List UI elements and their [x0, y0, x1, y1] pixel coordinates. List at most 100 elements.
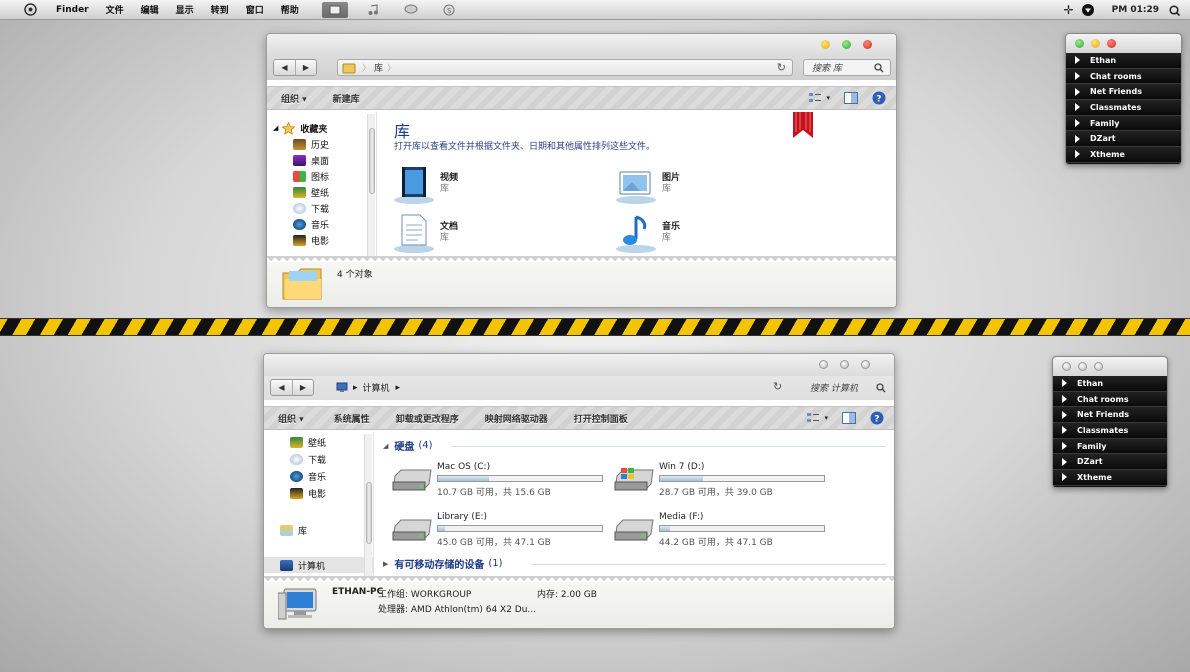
title-bar[interactable] — [267, 34, 896, 56]
search-input[interactable]: 搜索 库 — [803, 59, 891, 76]
widget-title-bar[interactable] — [1053, 357, 1167, 376]
close-button[interactable] — [1107, 39, 1116, 48]
refresh-icon[interactable]: ↻ — [773, 380, 782, 393]
forward-button[interactable]: ▶ — [295, 60, 316, 75]
open-control-panel-button[interactable]: 打开控制面板 — [574, 412, 628, 425]
organize-button[interactable]: 组织 ▾ — [281, 92, 307, 105]
close-button[interactable] — [1062, 362, 1071, 371]
minimize-button[interactable] — [819, 360, 828, 369]
preview-pane-button[interactable] — [842, 412, 856, 424]
breadcrumb-library[interactable]: 库 — [374, 61, 383, 74]
sidebar-item-music[interactable]: 音乐 — [290, 468, 373, 485]
close-button[interactable] — [863, 40, 872, 49]
scrollbar-thumb[interactable] — [369, 128, 375, 194]
status-menu-icon[interactable] — [1081, 4, 1094, 16]
library-item-videos[interactable]: 视频 库 — [392, 164, 572, 206]
zoom-button[interactable] — [840, 360, 849, 369]
spotlight-icon[interactable] — [1169, 4, 1181, 16]
drive-item-e[interactable]: Library (E:) 45.0 GB 可用，共 47.1 GB — [391, 512, 606, 552]
sidebar-item-desktop[interactable]: 桌面 — [293, 152, 376, 168]
sidebar-item-computer[interactable]: 计算机 — [264, 557, 373, 573]
map-network-drive-button[interactable]: 映射网络驱动器 — [485, 412, 548, 425]
friend-group-item[interactable]: Family — [1066, 115, 1181, 132]
friend-group-item[interactable]: Chat rooms — [1066, 68, 1181, 85]
expand-arrow-icon[interactable]: ◢ — [273, 124, 278, 132]
friend-group-item[interactable]: Net Friends — [1066, 84, 1181, 101]
sidebar-item-wallpaper[interactable]: 壁纸 — [293, 184, 376, 200]
friend-group-item[interactable]: Chat rooms — [1053, 391, 1167, 408]
view-options-button[interactable]: ▾ — [808, 92, 830, 104]
scrollbar-thumb[interactable] — [366, 482, 372, 544]
sidebar-scrollbar[interactable] — [364, 434, 372, 578]
friend-group-item[interactable]: Net Friends — [1053, 407, 1167, 424]
drive-item-c[interactable]: Mac OS (C:) 10.7 GB 可用，共 15.6 GB — [391, 462, 606, 502]
minimize-button[interactable] — [1078, 362, 1087, 371]
library-item-music[interactable]: 音乐 库 — [614, 213, 794, 255]
music-tray-icon[interactable] — [360, 2, 386, 18]
zoom-button[interactable] — [1075, 39, 1084, 48]
breadcrumb-computer[interactable]: 计算机 — [363, 381, 390, 394]
hard-disks-group[interactable]: ◢ 硬盘 (4) — [383, 438, 433, 453]
minimize-button[interactable] — [1091, 39, 1100, 48]
clock[interactable]: PM 01:29 — [1112, 5, 1159, 15]
sidebar-item-movies[interactable]: 电影 — [293, 232, 376, 248]
friend-group-item[interactable]: Family — [1053, 438, 1167, 455]
back-button[interactable]: ◀ — [274, 60, 295, 75]
uninstall-program-button[interactable]: 卸载或更改程序 — [396, 412, 459, 425]
menu-finder[interactable]: Finder — [56, 5, 89, 15]
friend-group-item[interactable]: Xtheme — [1053, 470, 1167, 486]
new-library-button[interactable]: 新建库 — [333, 92, 360, 105]
widget-title-bar[interactable] — [1066, 34, 1181, 53]
friend-group-item[interactable]: Ethan — [1053, 376, 1167, 392]
preview-pane-button[interactable] — [844, 92, 858, 104]
skype-tray-icon[interactable]: S — [436, 2, 462, 18]
menu-go[interactable]: 转到 — [211, 3, 229, 16]
refresh-icon[interactable]: ↻ — [777, 61, 786, 74]
sidebar-item-libraries[interactable]: 库 — [280, 522, 307, 538]
sidebar-item-wallpaper[interactable]: 壁纸 — [290, 434, 373, 451]
view-options-button[interactable]: ▾ — [806, 412, 828, 424]
forward-button[interactable]: ▶ — [292, 380, 313, 395]
menu-window[interactable]: 窗口 — [246, 3, 264, 16]
menu-help[interactable]: 帮助 — [281, 3, 299, 16]
sidebar-item-movies[interactable]: 电影 — [290, 485, 373, 502]
finder-tray-icon[interactable] — [321, 1, 348, 18]
menu-edit[interactable]: 编辑 — [141, 3, 159, 16]
friend-group-item[interactable]: Classmates — [1053, 423, 1167, 439]
close-button[interactable] — [861, 360, 870, 369]
sidebar-item-history[interactable]: 历史 — [293, 136, 376, 152]
chat-tray-icon[interactable] — [398, 2, 424, 18]
drive-item-d[interactable]: Win 7 (D:) 28.7 GB 可用，共 39.0 GB — [613, 462, 828, 502]
system-properties-button[interactable]: 系统属性 — [334, 412, 370, 425]
sidebar-item-downloads[interactable]: 下载 — [290, 451, 373, 468]
help-button[interactable]: ? — [872, 91, 886, 105]
removable-storage-group[interactable]: ▶ 有可移动存储的设备 (1) — [383, 556, 503, 571]
apple-menu-icon[interactable] — [24, 3, 38, 17]
title-bar[interactable] — [264, 354, 894, 376]
drive-item-f[interactable]: Media (F:) 44.2 GB 可用，共 47.1 GB — [613, 512, 828, 552]
friend-group-item[interactable]: Classmates — [1066, 100, 1181, 116]
friend-group-item[interactable]: Ethan — [1066, 53, 1181, 69]
friend-group-item[interactable]: DZart — [1066, 131, 1181, 148]
breadcrumb[interactable]: ▸ 计算机 ▸ — [336, 381, 400, 394]
zoom-button[interactable] — [1094, 362, 1103, 371]
friend-group-item[interactable]: Xtheme — [1066, 147, 1181, 163]
menu-file[interactable]: 文件 — [106, 3, 124, 16]
library-item-pictures[interactable]: 图片 库 — [614, 164, 794, 206]
sidebar-favorites[interactable]: ◢ 收藏夹 — [267, 120, 376, 136]
organize-button[interactable]: 组织 ▾ — [278, 412, 304, 425]
back-button[interactable]: ◀ — [271, 380, 292, 395]
sidebar-item-downloads[interactable]: 下载 — [293, 200, 376, 216]
minimize-button[interactable] — [821, 40, 830, 49]
library-item-documents[interactable]: 文档 库 — [392, 213, 572, 255]
zoom-button[interactable] — [842, 40, 851, 49]
help-button[interactable]: ? — [870, 411, 884, 425]
sidebar-item-icons[interactable]: 图标 — [293, 168, 376, 184]
plus-icon[interactable]: ✛ — [1064, 3, 1074, 17]
friend-group-item[interactable]: DZart — [1053, 454, 1167, 471]
sidebar-scrollbar[interactable] — [367, 114, 375, 260]
breadcrumb[interactable]: 〉 库 〉 ↻ — [337, 59, 793, 76]
menu-view[interactable]: 显示 — [176, 3, 194, 16]
sidebar-item-music[interactable]: 音乐 — [293, 216, 376, 232]
search-input[interactable]: 搜索 计算机 — [802, 379, 890, 396]
